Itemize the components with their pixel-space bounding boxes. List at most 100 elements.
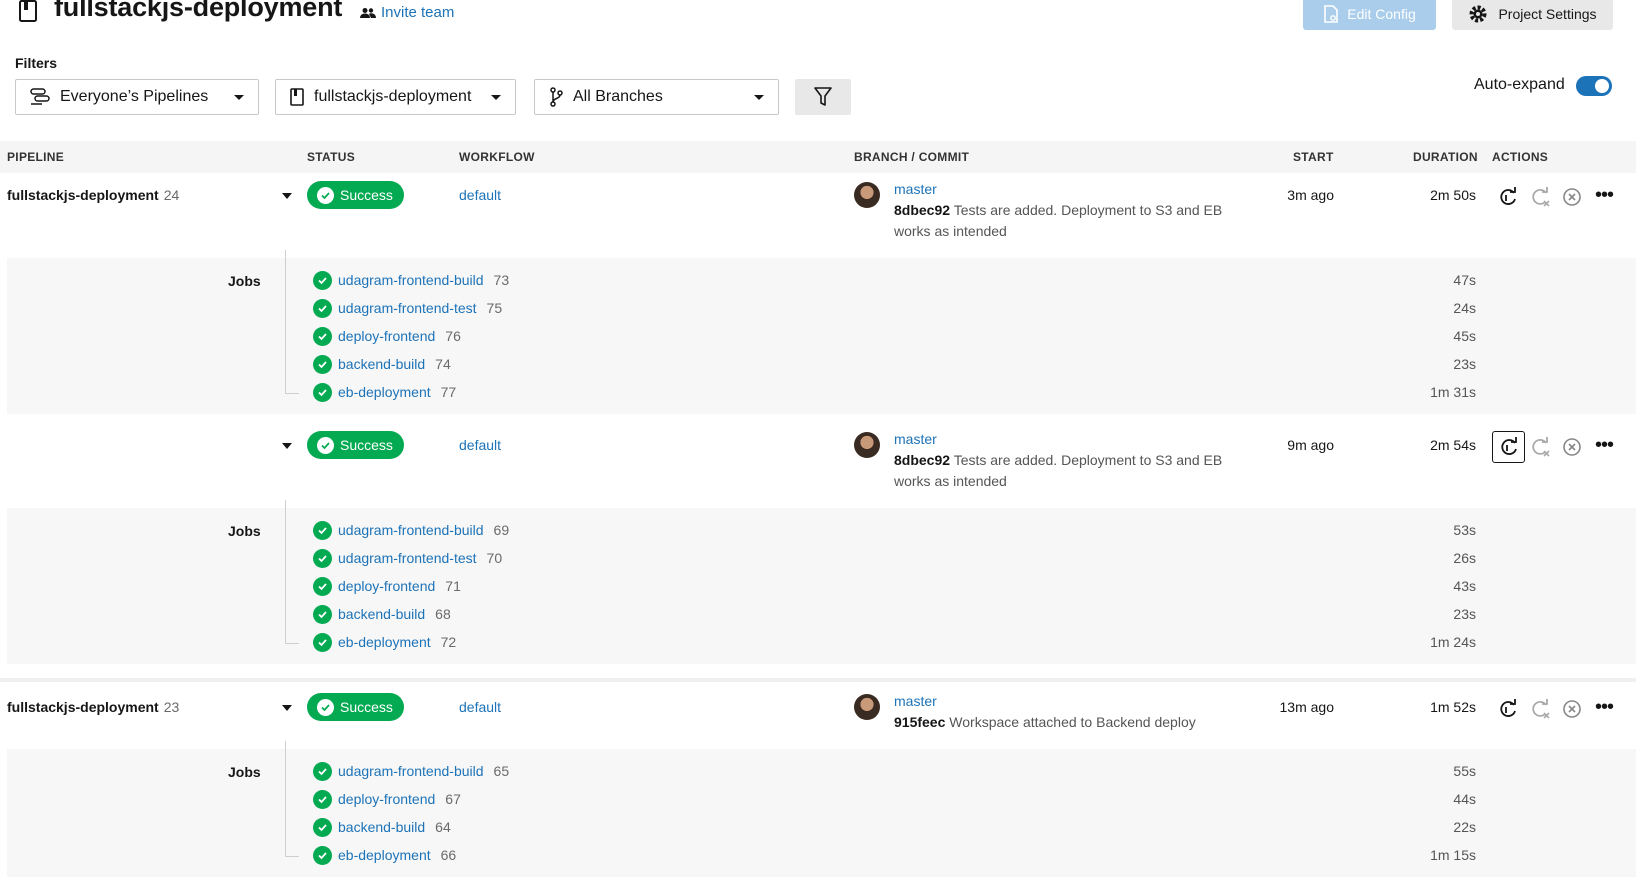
status-badge[interactable]: Success (307, 431, 404, 459)
rerun-failed-button[interactable] (1525, 694, 1555, 724)
project-book-icon (290, 88, 304, 106)
row-divider (0, 678, 1636, 682)
rerun-icon (1500, 699, 1516, 717)
branch-link[interactable]: master (894, 693, 937, 709)
pipeline-number: 23 (163, 699, 180, 715)
job-number: 74 (435, 356, 451, 372)
commit-hash-link[interactable]: 8dbec92 (894, 452, 950, 468)
invite-team-link[interactable]: Invite team (360, 4, 454, 21)
rerun-button[interactable] (1493, 694, 1523, 724)
status-badge[interactable]: Success (307, 693, 404, 721)
project-settings-label: Project Settings (1498, 6, 1597, 22)
workflow-link[interactable]: default (459, 437, 501, 453)
job-row[interactable]: eb-deployment 72 (313, 628, 509, 656)
job-list: udagram-frontend-build 65 deploy-frontend… (313, 757, 509, 869)
status-label: Success (340, 437, 393, 453)
job-row[interactable]: deploy-frontend 76 (313, 322, 509, 350)
cancel-icon (1563, 700, 1581, 718)
rerun-button[interactable] (1493, 182, 1523, 212)
cancel-icon (1563, 188, 1581, 206)
job-name-link[interactable]: udagram-frontend-test (338, 550, 477, 566)
cancel-button[interactable] (1557, 694, 1587, 724)
pipeline-name[interactable]: fullstackjs-deployment 24 (7, 187, 179, 203)
job-name-link[interactable]: udagram-frontend-build (338, 522, 484, 538)
auto-expand-label: Auto-expand (1474, 76, 1565, 93)
branch-link[interactable]: master (894, 431, 937, 447)
avatar (854, 694, 880, 720)
cancel-button[interactable] (1557, 182, 1587, 212)
job-name-link[interactable]: eb-deployment (338, 384, 431, 400)
job-number: 64 (435, 819, 451, 835)
chevron-down-icon (491, 94, 501, 100)
commit-info: 915feec Workspace attached to Backend de… (894, 712, 1274, 733)
job-row[interactable]: eb-deployment 77 (313, 378, 509, 406)
more-options-icon[interactable]: ••• (1589, 430, 1619, 460)
job-name-link[interactable]: backend-build (338, 606, 425, 622)
job-duration: 23s (1453, 606, 1476, 622)
pipelines-filter-dropdown[interactable]: Everyone’s Pipelines (15, 79, 259, 115)
status-label: Success (340, 699, 393, 715)
branch-icon (550, 87, 563, 107)
chevron-down-icon[interactable] (282, 193, 292, 199)
job-row[interactable]: udagram-frontend-test 70 (313, 544, 509, 572)
job-durations: 53s 26s 43s 23s 1m 24s (1396, 516, 1476, 656)
job-row[interactable]: udagram-frontend-test 75 (313, 294, 509, 322)
pipeline-name[interactable]: fullstackjs-deployment 23 (7, 699, 179, 715)
job-name-link[interactable]: backend-build (338, 356, 425, 372)
duration: 2m 54s (1430, 437, 1476, 453)
jobs-label: Jobs (228, 273, 261, 289)
job-row[interactable]: backend-build 74 (313, 350, 509, 378)
rerun-failed-button[interactable] (1525, 182, 1555, 212)
branch-link[interactable]: master (894, 181, 937, 197)
more-options-icon[interactable]: ••• (1589, 180, 1619, 210)
job-row[interactable]: udagram-frontend-build 69 (313, 516, 509, 544)
rerun-button[interactable] (1492, 431, 1525, 463)
chevron-down-icon[interactable] (282, 705, 292, 711)
job-number: 73 (493, 272, 510, 288)
job-duration: 55s (1453, 763, 1476, 779)
cancel-button[interactable] (1557, 432, 1587, 462)
check-icon (313, 604, 332, 624)
job-name-link[interactable]: backend-build (338, 819, 425, 835)
job-row[interactable]: deploy-frontend 67 (313, 785, 509, 813)
branch-filter-dropdown[interactable]: All Branches (534, 79, 779, 115)
job-row[interactable]: udagram-frontend-build 65 (313, 757, 509, 785)
job-number: 67 (445, 791, 461, 807)
column-header-duration: DURATION (1413, 150, 1478, 164)
job-row[interactable]: udagram-frontend-build 73 (313, 266, 509, 294)
job-name-link[interactable]: udagram-frontend-build (338, 763, 484, 779)
job-list: udagram-frontend-build 73 udagram-fronten… (313, 266, 509, 406)
edit-config-label: Edit Config (1347, 6, 1416, 22)
filters-label: Filters (15, 55, 58, 71)
job-name-link[interactable]: eb-deployment (338, 634, 431, 650)
auto-expand-toggle[interactable] (1576, 76, 1612, 96)
duration: 1m 52s (1430, 699, 1476, 715)
edit-config-button[interactable]: Edit Config (1303, 0, 1436, 30)
job-name-link[interactable]: deploy-frontend (338, 791, 435, 807)
check-icon (313, 326, 332, 346)
job-name-link[interactable]: deploy-frontend (338, 328, 435, 344)
job-name-link[interactable]: eb-deployment (338, 847, 431, 863)
job-row[interactable]: eb-deployment 66 (313, 841, 509, 869)
commit-hash-link[interactable]: 8dbec92 (894, 202, 950, 218)
job-name-link[interactable]: deploy-frontend (338, 578, 435, 594)
check-icon (313, 298, 332, 318)
workflow-link[interactable]: default (459, 187, 501, 203)
status-badge[interactable]: Success (307, 181, 404, 209)
chevron-down-icon[interactable] (282, 443, 292, 449)
job-name-link[interactable]: udagram-frontend-test (338, 300, 477, 316)
job-row[interactable]: backend-build 68 (313, 600, 509, 628)
workflow-link[interactable]: default (459, 699, 501, 715)
job-row[interactable]: deploy-frontend 71 (313, 572, 509, 600)
project-filter-dropdown[interactable]: fullstackjs-deployment (275, 79, 516, 115)
rerun-failed-icon (1532, 187, 1550, 207)
job-name-link[interactable]: udagram-frontend-build (338, 272, 484, 288)
commit-hash-link[interactable]: 915feec (894, 714, 945, 730)
start-time: 9m ago (1287, 437, 1334, 453)
job-duration: 22s (1453, 819, 1476, 835)
filter-button[interactable] (795, 79, 851, 115)
more-options-icon[interactable]: ••• (1589, 692, 1619, 722)
job-row[interactable]: backend-build 64 (313, 813, 509, 841)
rerun-failed-button[interactable] (1525, 432, 1555, 462)
project-settings-button[interactable]: Project Settings (1452, 0, 1613, 30)
